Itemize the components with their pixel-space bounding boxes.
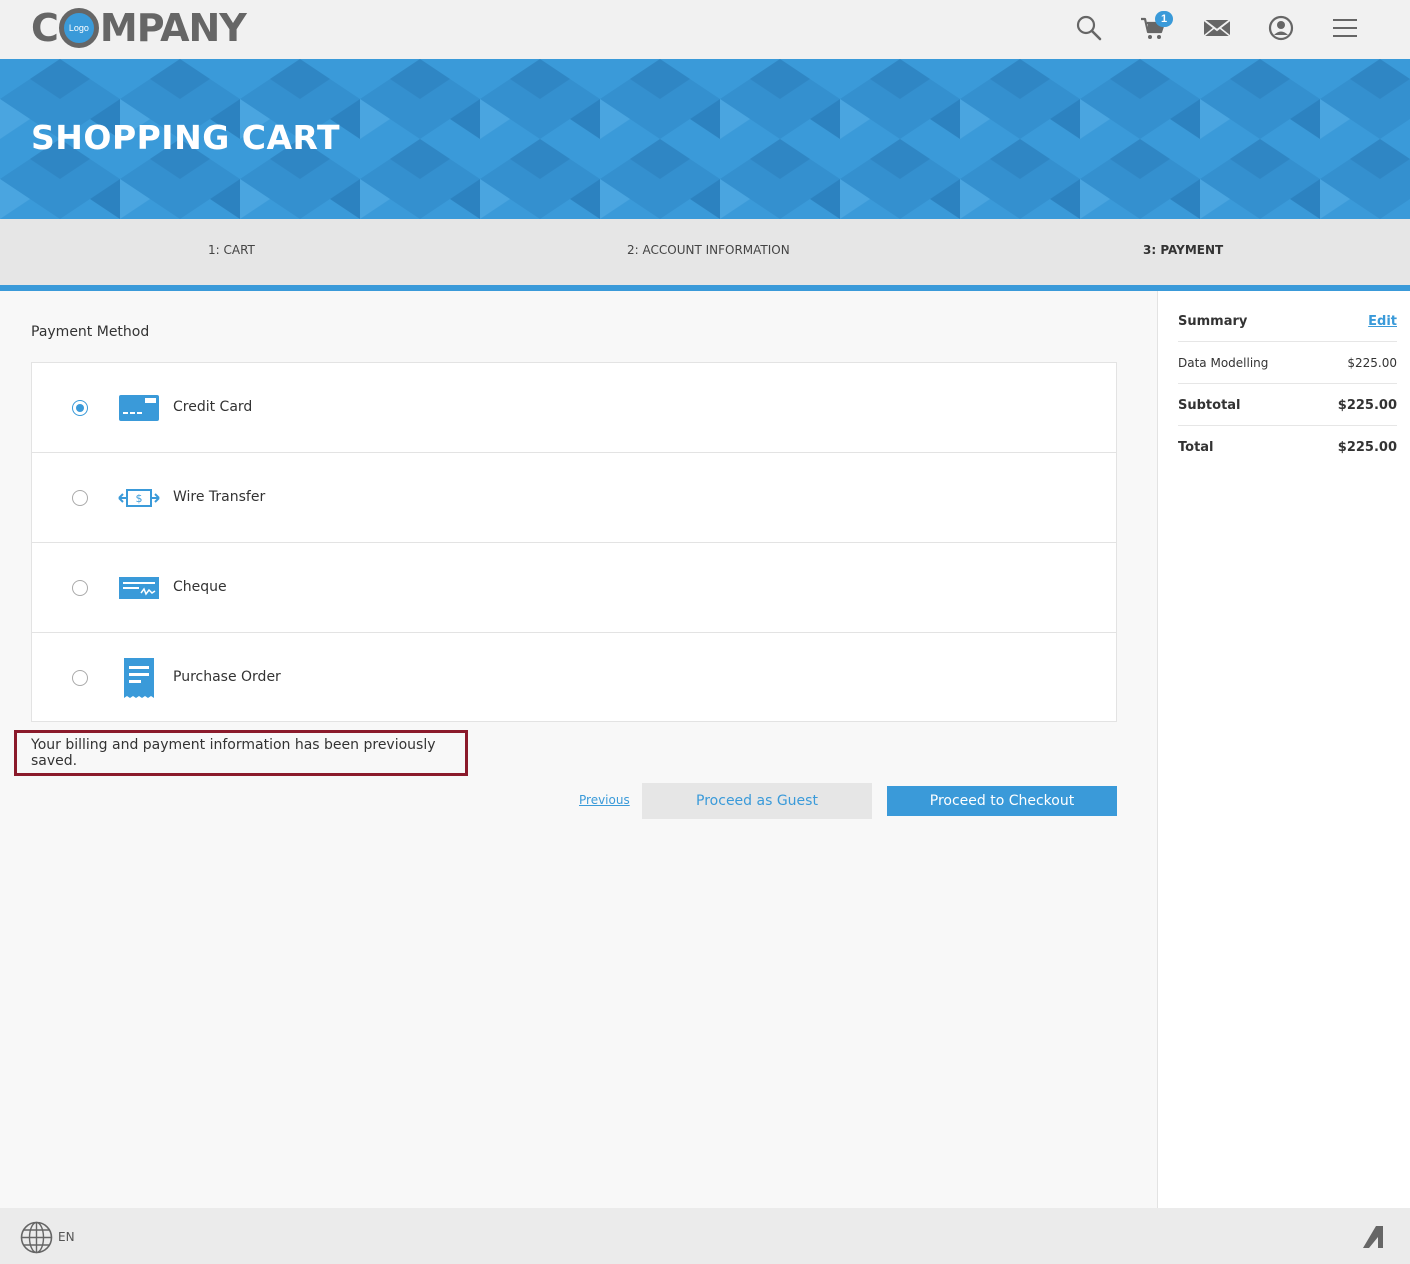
radio-cheque[interactable] (72, 580, 88, 596)
page-banner: SHOPPING CART (0, 59, 1410, 219)
step-account-information[interactable]: 2: ACCOUNT INFORMATION (627, 243, 790, 257)
logo-text-left: C (31, 6, 59, 50)
subtotal-value: $225.00 (1337, 398, 1397, 413)
language-selector[interactable]: EN (58, 1230, 75, 1244)
step-payment: 3: PAYMENT (1143, 243, 1224, 257)
brand-mark-icon (1363, 1226, 1383, 1248)
payment-option-label: Credit Card (173, 399, 253, 415)
proceed-to-checkout-button[interactable]: Proceed to Checkout (887, 786, 1117, 816)
logo-badge-text: Logo (68, 23, 89, 33)
footer: EN (0, 1208, 1410, 1264)
search-icon[interactable] (1071, 10, 1107, 46)
company-logo[interactable]: C Logo MPANY (31, 6, 247, 50)
mail-icon[interactable] (1199, 10, 1235, 46)
credit-card-icon (118, 389, 160, 427)
summary-edit-link[interactable]: Edit (1368, 314, 1397, 329)
logo-badge: Logo (58, 8, 99, 48)
summary-header: Summary Edit (1178, 300, 1397, 342)
page-title: SHOPPING CART (31, 118, 340, 157)
purchase-order-icon (118, 658, 160, 698)
user-icon[interactable] (1263, 10, 1299, 46)
menu-icon[interactable] (1327, 10, 1363, 46)
top-bar: C Logo MPANY 1 (0, 0, 1410, 59)
payment-option-purchase-order[interactable]: Purchase Order (32, 633, 1116, 723)
payment-option-wire-transfer[interactable]: $ Wire Transfer (32, 453, 1116, 543)
summary-title: Summary (1178, 314, 1248, 329)
checkout-steps: 1: CART 2: ACCOUNT INFORMATION 3: PAYMEN… (0, 219, 1410, 285)
total-value: $225.00 (1337, 440, 1397, 455)
payment-method-heading: Payment Method (31, 324, 150, 340)
summary-subtotal: Subtotal $225.00 (1178, 384, 1397, 426)
svg-text:$: $ (136, 492, 143, 505)
summary-line-item: Data Modelling $225.00 (1178, 342, 1397, 384)
line-item-name: Data Modelling (1178, 356, 1269, 370)
radio-credit-card[interactable] (72, 400, 88, 416)
wire-transfer-icon: $ (118, 479, 160, 517)
payment-method-list: Credit Card $ Wire Transfer Cheque Purch… (31, 362, 1117, 722)
order-summary-panel: Summary Edit Data Modelling $225.00 Subt… (1157, 291, 1410, 1208)
line-item-price: $225.00 (1347, 356, 1397, 370)
saved-info-message: Your billing and payment information has… (14, 730, 468, 776)
proceed-as-guest-button[interactable]: Proceed as Guest (642, 783, 872, 819)
summary-total: Total $225.00 (1178, 426, 1397, 468)
radio-purchase-order[interactable] (72, 670, 88, 686)
payment-option-cheque[interactable]: Cheque (32, 543, 1116, 633)
cart-button[interactable]: 1 (1135, 10, 1173, 46)
globe-icon[interactable] (20, 1221, 53, 1254)
radio-wire-transfer[interactable] (72, 490, 88, 506)
payment-option-credit-card[interactable]: Credit Card (32, 363, 1116, 453)
payment-option-label: Purchase Order (173, 669, 281, 685)
payment-option-label: Wire Transfer (173, 489, 266, 505)
previous-link[interactable]: Previous (579, 793, 630, 807)
cart-count-badge: 1 (1155, 11, 1173, 27)
subtotal-label: Subtotal (1178, 398, 1241, 413)
cheque-icon (118, 569, 160, 607)
saved-info-text: Your billing and payment information has… (31, 737, 436, 769)
total-label: Total (1178, 440, 1214, 455)
logo-text-right: MPANY (99, 6, 247, 50)
payment-option-label: Cheque (173, 579, 227, 595)
step-cart[interactable]: 1: CART (208, 243, 255, 257)
